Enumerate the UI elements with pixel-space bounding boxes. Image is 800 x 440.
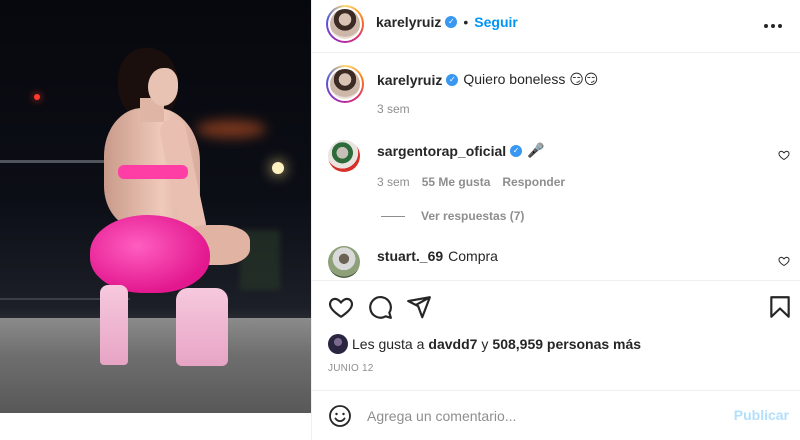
verified-badge-icon: ✓ — [446, 73, 459, 86]
likes-prefix: Les gusta a — [352, 336, 425, 352]
post-actions: Les gusta a davdd7 y 508,959 personas má… — [312, 280, 800, 390]
caption-time[interactable]: 3 sem — [377, 102, 410, 116]
comment-likes[interactable]: 55 Me gusta — [422, 175, 491, 189]
commenter-avatar[interactable] — [328, 246, 360, 278]
figure-top — [118, 165, 188, 179]
comment-time[interactable]: 3 sem — [377, 175, 410, 189]
follow-button[interactable]: Seguir — [474, 14, 518, 30]
bookmark-icon[interactable] — [767, 294, 793, 320]
view-replies-label: Ver respuestas (7) — [421, 209, 525, 223]
like-comment-heart-icon[interactable] — [778, 149, 790, 161]
likes-summary: Les gusta a davdd7 y 508,959 personas má… — [328, 334, 641, 354]
commenter-username[interactable]: stuart._69 — [377, 248, 443, 264]
verified-badge-icon: ✓ — [510, 144, 523, 157]
city-light — [196, 120, 266, 138]
reply-button[interactable]: Responder — [502, 175, 565, 189]
comment-text: 🎤 — [527, 142, 545, 158]
comment-icon[interactable] — [367, 294, 393, 320]
replies-divider — [381, 215, 405, 217]
city-light — [272, 162, 284, 174]
verified-badge-icon: ✓ — [445, 16, 458, 28]
commenter-avatar[interactable] — [328, 140, 360, 172]
add-comment-bar: Publicar — [312, 390, 800, 440]
figure-boot — [100, 285, 128, 365]
comment-text: Compra — [448, 248, 498, 264]
comment-input[interactable] — [367, 406, 717, 426]
author-username[interactable]: karelyruiz — [376, 14, 441, 30]
city-light — [34, 94, 40, 100]
share-icon[interactable] — [406, 294, 432, 320]
caption-avatar[interactable] — [326, 65, 364, 103]
publish-button[interactable]: Publicar — [734, 407, 789, 423]
post-header: karelyruiz ✓ • Seguir — [312, 0, 800, 53]
concrete-ledge — [0, 318, 311, 413]
figure-face — [148, 68, 178, 106]
likes-connector: y — [481, 336, 489, 352]
author-avatar[interactable] — [326, 5, 364, 43]
figure-boot — [176, 288, 228, 366]
separator-dot: • — [463, 14, 469, 30]
post-details-panel: karelyruiz ✓ • Seguir karelyruiz ✓ Quier… — [311, 0, 800, 440]
heart-icon[interactable] — [328, 294, 354, 320]
post-photo[interactable] — [0, 0, 311, 440]
post-date[interactable]: JUNIO 12 — [328, 363, 374, 374]
caption-text: Quiero boneless 😏😏 — [463, 71, 599, 87]
figure-skirt — [90, 215, 210, 293]
liker-avatar[interactable] — [328, 334, 348, 354]
caption-username[interactable]: karelyruiz — [377, 72, 442, 88]
photo-bottom-strip — [0, 413, 311, 440]
view-replies-button[interactable]: Ver respuestas (7) — [381, 209, 524, 223]
commenter-username[interactable]: sargentorap_oficial — [377, 143, 506, 159]
liker-username[interactable]: davdd7 — [428, 336, 477, 352]
like-comment-heart-icon[interactable] — [778, 255, 790, 267]
emoji-icon[interactable] — [328, 404, 352, 428]
more-options-icon[interactable] — [761, 14, 785, 38]
likes-count[interactable]: 508,959 personas más — [492, 336, 641, 352]
